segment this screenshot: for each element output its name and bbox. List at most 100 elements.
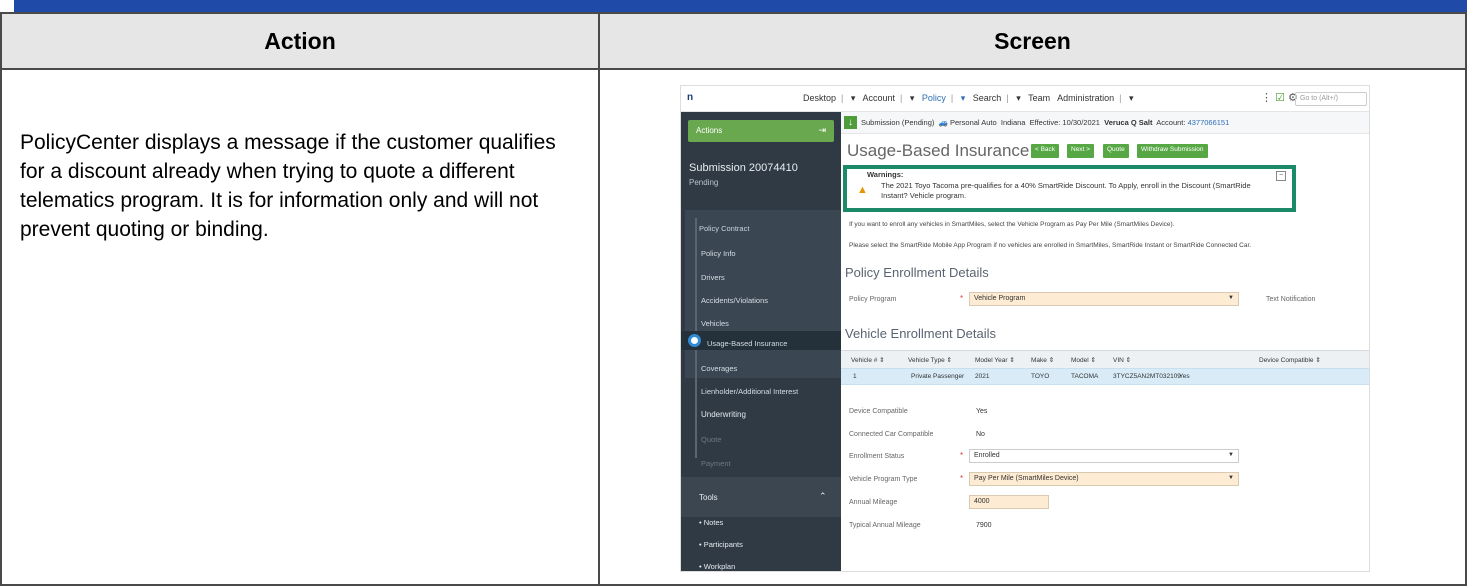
menu-separator: |	[1119, 93, 1122, 103]
cell-make: TOYO	[1031, 373, 1050, 380]
procedure-table: Action Screen PolicyCenter displays a me…	[0, 12, 1467, 586]
menu-administration[interactable]: Administration	[1057, 93, 1114, 103]
goto-field[interactable]: Go to (Alt+/)	[1295, 92, 1367, 106]
device-compatible-value: Yes	[976, 408, 988, 415]
menu-search[interactable]: Search	[973, 93, 1002, 103]
menu-desktop[interactable]: Desktop	[803, 93, 836, 103]
program-type-value: Pay Per Mile (SmartMiles Device)	[974, 475, 1079, 482]
submission-status: Pending	[689, 178, 719, 187]
job-effective: Effective: 10/30/2021	[1029, 118, 1100, 127]
cell-vehicle-number: 1	[853, 373, 857, 380]
actions-button[interactable]: Actions ⇥	[688, 120, 834, 142]
job-account-label: Account:	[1156, 118, 1186, 127]
menu-separator: |	[1006, 93, 1009, 103]
menu-separator: |	[950, 93, 954, 103]
col-model-year[interactable]: Model Year ⇕	[975, 356, 1015, 364]
tool-workplan[interactable]: • Workplan	[699, 562, 735, 571]
main-menu: Desktop | ▾ Account | ▾ Policy | ▾ Search | …	[803, 93, 1139, 104]
collapse-icon[interactable]: −	[1276, 171, 1286, 181]
quote-button[interactable]: Quote	[1103, 144, 1129, 158]
smartride-info: Please select the SmartRide Mobile App P…	[849, 242, 1252, 249]
col-make[interactable]: Make ⇕	[1031, 356, 1054, 364]
download-icon: ↓	[844, 116, 857, 129]
warning-icon: ▲	[857, 184, 868, 196]
vehicle-enrollment-heading: Vehicle Enrollment Details	[845, 326, 997, 341]
sidebar-item-quote[interactable]: Quote	[701, 435, 721, 444]
action-cell: PolicyCenter displays a message if the c…	[0, 68, 600, 586]
sidebar-item-usage-based-insurance[interactable]: Usage-Based Insurance	[707, 339, 787, 348]
sidebar-item-accidents[interactable]: Accidents/Violations	[701, 296, 768, 305]
withdraw-submission-button[interactable]: Withdraw Submission	[1137, 144, 1208, 158]
screen-column-header: Screen	[598, 12, 1467, 70]
program-type-select[interactable]: Pay Per Mile (SmartMiles Device) ▼	[969, 472, 1239, 486]
col-vin[interactable]: VIN ⇕	[1113, 356, 1131, 364]
top-banner	[0, 0, 1467, 12]
annual-mileage-input[interactable]: 4000	[969, 495, 1049, 509]
col-vehicle-number[interactable]: Vehicle # ⇕	[851, 356, 885, 364]
policy-program-select[interactable]: Vehicle Program ▼	[969, 292, 1239, 306]
main-content: ↓ Submission (Pending) 🚙 Personal Auto I…	[841, 112, 1369, 571]
current-step-icon	[688, 334, 701, 347]
sidebar-item-payment[interactable]: Payment	[701, 459, 731, 468]
actions-arrow-icon: ⇥	[818, 125, 826, 135]
edit-icon[interactable]: ☑	[1275, 92, 1285, 104]
required-marker: *	[960, 451, 964, 460]
car-icon: 🚙	[938, 118, 948, 127]
enrollment-status-label: Enrollment Status	[849, 453, 905, 460]
sidebar-item-policy-contract[interactable]: Policy Contract	[699, 224, 749, 233]
cell-vin: 3TYCZ5AN2MT032109	[1113, 373, 1181, 380]
sidebar-item-coverages[interactable]: Coverages	[701, 364, 737, 373]
banner-tab	[0, 0, 14, 12]
menu-separator: |	[899, 93, 903, 103]
sidebar-item-vehicles[interactable]: Vehicles	[701, 319, 729, 328]
chevron-down-icon[interactable]: ▾	[1016, 93, 1021, 103]
connected-car-value: No	[976, 431, 985, 438]
chevron-down-icon[interactable]: ▾	[961, 93, 966, 103]
col-device-compatible[interactable]: Device Compatible ⇕	[1259, 356, 1321, 364]
required-marker: *	[960, 294, 964, 303]
job-insured: Veruca Q Salt	[1104, 118, 1153, 127]
device-compatible-label: Device Compatible	[849, 408, 908, 415]
menu-separator: |	[841, 93, 844, 103]
tool-participants[interactable]: • Participants	[699, 540, 743, 549]
cell-model-year: 2021	[975, 373, 990, 380]
job-account-link[interactable]: 4377066151	[1188, 118, 1230, 127]
smartmiles-info: If you want to enroll any vehicles in Sm…	[849, 221, 1175, 228]
app-logo-icon[interactable]: n	[687, 92, 701, 106]
screen-cell: n Desktop | ▾ Account | ▾ Policy | ▾ Search…	[598, 68, 1467, 586]
table-row[interactable]: 1 Private Passenger 2021 TOYO TACOMA 3TY…	[841, 368, 1369, 385]
tool-notes[interactable]: • Notes	[699, 518, 723, 527]
cell-vehicle-type: Private Passenger	[911, 373, 965, 380]
more-options-icon[interactable]: ⋮	[1261, 92, 1272, 104]
action-column-header: Action	[0, 12, 600, 70]
policy-contract-group	[685, 210, 841, 378]
policy-enrollment-heading: Policy Enrollment Details	[845, 265, 989, 280]
policy-program-value: Vehicle Program	[974, 295, 1026, 302]
enrollment-status-select[interactable]: Enrolled ▼	[969, 449, 1239, 463]
sidebar-item-underwriting[interactable]: Underwriting	[701, 410, 746, 419]
col-model[interactable]: Model ⇕	[1071, 356, 1096, 364]
chevron-up-icon[interactable]: ⌃	[819, 491, 827, 502]
page-title: Usage-Based Insurance	[847, 141, 1030, 160]
chevron-down-icon[interactable]: ▾	[851, 93, 856, 103]
back-button[interactable]: < Back	[1031, 144, 1060, 158]
menu-team[interactable]: Team	[1028, 93, 1050, 103]
chevron-down-icon: ▼	[1228, 295, 1234, 301]
next-button[interactable]: Next >	[1067, 144, 1094, 158]
job-state: Indiana	[1000, 118, 1026, 127]
connected-car-label: Connected Car Compatible	[849, 431, 934, 438]
actions-label: Actions	[696, 126, 723, 135]
warning-header: Warnings:	[867, 170, 904, 179]
sidebar-item-lienholder[interactable]: Lienholder/Additional Interest	[701, 387, 798, 396]
col-vehicle-type[interactable]: Vehicle Type ⇕	[908, 356, 952, 364]
sidebar-item-policy-info[interactable]: Policy Info	[701, 249, 736, 258]
annual-mileage-label: Annual Mileage	[849, 499, 898, 506]
sidebar-item-drivers[interactable]: Drivers	[701, 273, 725, 282]
menu-account[interactable]: Account	[862, 93, 895, 103]
program-type-label: Vehicle Program Type	[849, 476, 918, 483]
chevron-down-icon[interactable]: ▾	[1129, 93, 1134, 103]
top-navigation: n Desktop | ▾ Account | ▾ Policy | ▾ Search…	[681, 86, 1369, 112]
enrollment-status-value: Enrolled	[974, 452, 1000, 459]
chevron-down-icon[interactable]: ▾	[910, 93, 915, 103]
menu-policy[interactable]: Policy	[922, 93, 946, 103]
